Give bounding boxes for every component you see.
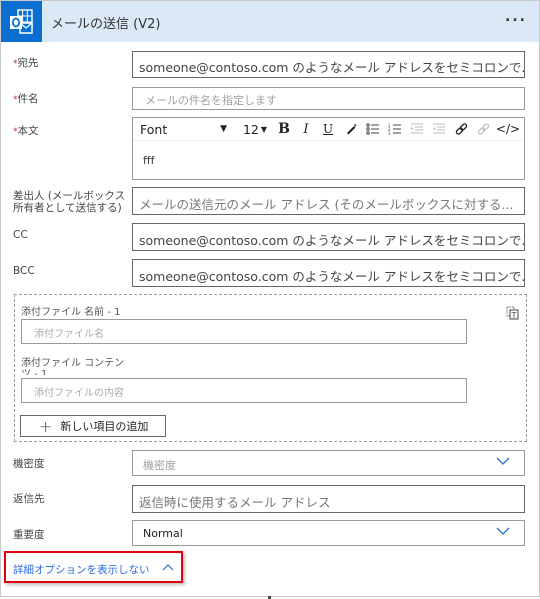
sensitivity-label: 機密度 (13, 458, 45, 470)
attachment-content-label-line2: ツ - 1 (21, 369, 48, 375)
cc-placeholder: someone@contoso.com のようなメール アドレスをセミコロンで.… (139, 233, 525, 248)
font-size-value: 12 (242, 121, 259, 137)
switch-input-mode-icon[interactable]: T (506, 305, 519, 324)
editor-toolbar: Font ▼ 12 ▼ B I U 123 </> (133, 118, 524, 141)
attachments-group: 添付ファイル 名前 - 1 添付ファイル名 添付ファイル コンテン ツ - 1 … (14, 294, 527, 442)
importance-select[interactable]: Normal (132, 520, 525, 546)
attachment-content-input[interactable]: 添付ファイルの内容 (21, 378, 467, 403)
cc-input[interactable]: someone@contoso.com のようなメール アドレスをセミコロンで.… (132, 223, 525, 251)
attachment-content-label: 添付ファイル コンテン ツ - 1 (21, 358, 124, 375)
card-header[interactable]: メールの送信 (V2) ... (1, 1, 539, 42)
numbered-list-icon[interactable]: 123 (385, 120, 405, 138)
to-label: *宛先 (13, 55, 39, 70)
bcc-placeholder: someone@contoso.com のようなメール アドレスをセミコロンで.… (139, 269, 525, 284)
to-input[interactable]: someone@contoso.com のようなメール アドレスをセミコロンで.… (132, 51, 525, 78)
reply-to-label: 返信先 (13, 493, 45, 505)
to-label-text: 宛先 (17, 57, 39, 69)
italic-button[interactable]: I (296, 120, 316, 138)
highlighter-icon[interactable] (341, 120, 361, 138)
bold-button[interactable]: B (274, 120, 294, 138)
increase-indent-icon[interactable] (429, 120, 449, 138)
from-label-line1: 差出人 (メールボックス (13, 190, 126, 202)
from-label-line2: 所有者として送信する) (13, 202, 122, 214)
reply-to-input[interactable]: 返信時に使用するメール アドレス (132, 485, 525, 513)
plus-icon: + (39, 416, 53, 436)
bullet-list-icon[interactable] (363, 120, 383, 138)
font-select[interactable]: Font ▼ (135, 120, 233, 138)
to-placeholder: someone@contoso.com のようなメール アドレスをセミコロンで.… (139, 60, 525, 75)
body-content[interactable]: fff (143, 154, 154, 167)
action-title: メールの送信 (V2) (51, 17, 161, 32)
importance-value: Normal (143, 527, 183, 540)
importance-label: 重要度 (13, 529, 45, 541)
attachment-name-label: 添付ファイル 名前 - 1 (21, 307, 121, 318)
bcc-label: BCC (13, 265, 35, 277)
sensitivity-select[interactable]: 機密度 (132, 450, 525, 476)
from-label: 差出人 (メールボックス 所有者として送信する) (13, 190, 125, 214)
svg-text:3: 3 (388, 131, 391, 135)
link-icon[interactable] (451, 120, 471, 138)
underline-button[interactable]: U (318, 120, 338, 138)
attachment-name-placeholder: 添付ファイル名 (34, 329, 104, 340)
svg-text:T: T (511, 311, 517, 320)
caret-down-icon: ▼ (220, 124, 227, 134)
add-new-item-button[interactable]: + 新しい項目の追加 (20, 415, 166, 437)
chevron-down-icon (496, 457, 510, 465)
attachment-content-placeholder: 添付ファイルの内容 (34, 388, 124, 399)
decrease-indent-icon[interactable] (407, 120, 427, 138)
unlink-icon[interactable] (473, 120, 493, 138)
subject-label: *件名 (13, 91, 39, 106)
subject-input[interactable]: メールの件名を指定します (132, 87, 525, 110)
outlook-icon (1, 1, 42, 42)
sensitivity-placeholder: 機密度 (143, 459, 176, 472)
reply-to-placeholder: 返信時に使用するメール アドレス (139, 495, 331, 510)
add-new-item-label: 新しい項目の追加 (60, 420, 149, 433)
subject-label-text: 件名 (17, 93, 39, 105)
card-top-border (0, 0, 540, 1)
font-size-select[interactable]: 12 ▼ (237, 120, 273, 138)
bcc-input[interactable]: someone@contoso.com のようなメール アドレスをセミコロンで.… (132, 259, 525, 287)
font-select-value: Font (140, 121, 168, 137)
attachment-content-label-line1: 添付ファイル コンテン (21, 358, 125, 369)
body-label: *本文 (13, 123, 39, 138)
hide-advanced-options-link[interactable]: 詳細オプションを表示しない (4, 551, 183, 583)
subject-placeholder: メールの件名を指定します (145, 94, 277, 107)
chevron-down-icon (496, 527, 510, 535)
attachment-name-input[interactable]: 添付ファイル名 (21, 319, 467, 344)
from-input[interactable]: メールの送信元のメール アドレス (そのメールボックスに対する... (132, 187, 525, 215)
cc-label: CC (13, 229, 28, 241)
code-view-button[interactable]: </> (495, 120, 521, 138)
more-options-button[interactable]: ... (505, 9, 527, 25)
caret-down-icon: ▼ (260, 124, 268, 134)
send-email-card: メールの送信 (V2) ... *宛先 someone@contoso.com … (0, 0, 540, 597)
hide-advanced-options-label: 詳細オプションを表示しない (13, 564, 150, 576)
body-editor[interactable]: Font ▼ 12 ▼ B I U 123 </> fff (132, 117, 525, 180)
chevron-up-icon (162, 564, 174, 571)
body-label-text: 本文 (17, 125, 39, 137)
from-placeholder: メールの送信元のメール アドレス (そのメールボックスに対する... (139, 197, 514, 212)
